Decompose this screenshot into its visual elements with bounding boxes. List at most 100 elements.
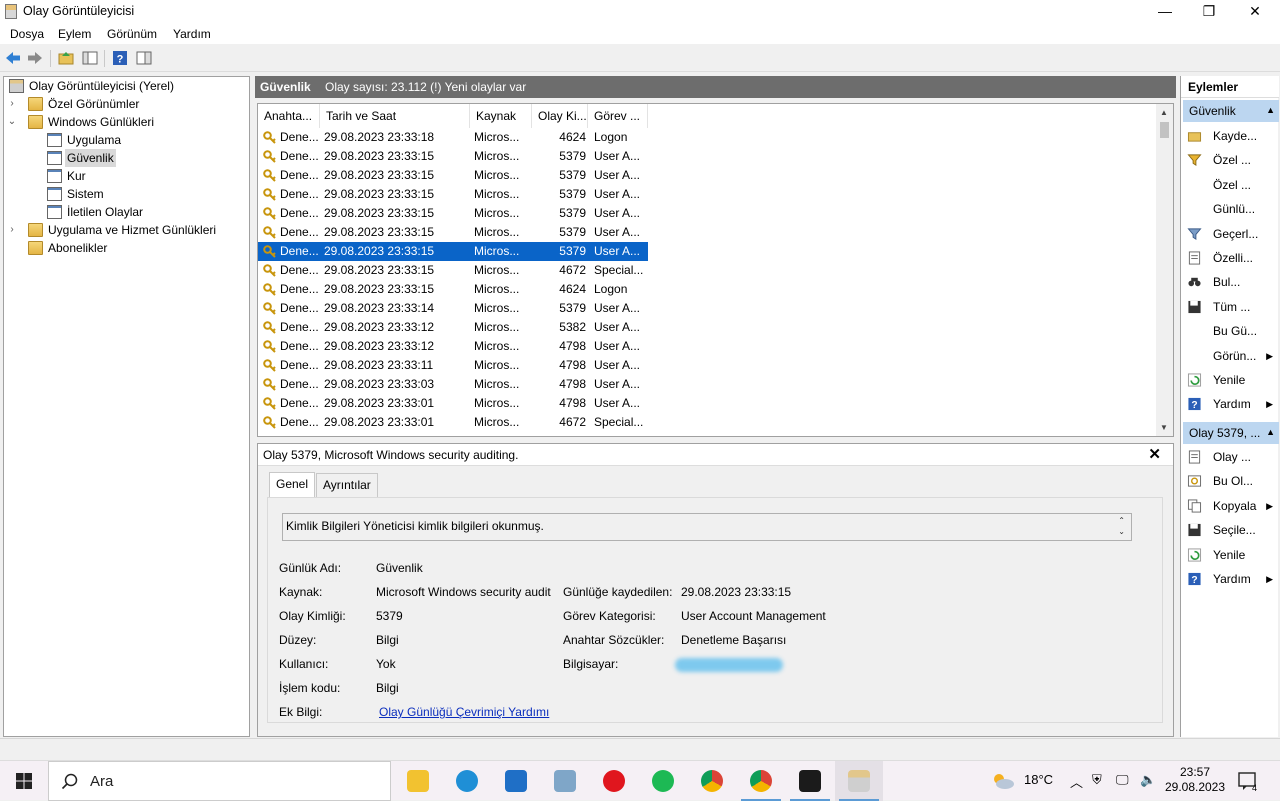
table-row[interactable]: Dene... 29.08.2023 23:33:15 Micros... 4672 S… <box>258 261 648 280</box>
mail-taskbar-icon[interactable] <box>492 761 540 801</box>
menu-view[interactable]: Görünüm <box>107 27 157 41</box>
table-row[interactable]: Dene... 29.08.2023 23:33:11 Micros... 4798 U… <box>258 356 648 375</box>
close-details-button[interactable]: ✕ <box>1148 445 1161 463</box>
action-item[interactable]: Bul... <box>1187 272 1277 292</box>
table-row[interactable]: Dene... 29.08.2023 23:33:18 Micros... 4624 L… <box>258 128 648 147</box>
action-item[interactable]: Yenile <box>1187 545 1277 565</box>
table-row[interactable]: Dene... 29.08.2023 23:33:12 Micros... 5382 U… <box>258 318 648 337</box>
cell-event-id: 4624 <box>559 130 586 144</box>
action-item[interactable]: Özel ... <box>1187 175 1277 195</box>
opera-taskbar-icon[interactable] <box>590 761 638 801</box>
action-item[interactable]: Yenile <box>1187 370 1277 390</box>
chevron-right-icon[interactable]: › <box>6 221 18 239</box>
column-event-id[interactable]: Olay Ki... <box>532 104 588 128</box>
event-viewer-window: Olay Görüntüleyicisi — ❐ ✕ Dosya Eylem G… <box>0 0 1280 760</box>
audit-success-key-icon <box>263 131 276 144</box>
edge-taskbar-icon[interactable] <box>443 761 491 801</box>
tab-general[interactable]: Genel <box>269 472 316 497</box>
show-hide-action-pane-icon[interactable] <box>136 50 152 66</box>
menu-action[interactable]: Eylem <box>58 27 91 41</box>
action-item[interactable]: Bu Ol... <box>1187 471 1277 491</box>
table-row[interactable]: Dene... 29.08.2023 23:33:14 Micros... 5379 U… <box>258 299 648 318</box>
back-arrow-icon[interactable] <box>5 50 21 66</box>
save-icon <box>1188 524 1201 537</box>
action-item[interactable]: Kayde... <box>1187 126 1277 146</box>
chrome-taskbar-icon[interactable] <box>688 761 736 801</box>
table-row[interactable]: Dene... 29.08.2023 23:33:12 Micros... 4798 U… <box>258 337 648 356</box>
up-folder-icon[interactable] <box>58 50 74 66</box>
scroll-down-icon[interactable]: ▼ <box>1160 423 1168 432</box>
minimize-button[interactable]: — <box>1142 0 1188 24</box>
action-item[interactable]: Olay ... <box>1187 447 1277 467</box>
actions-section-security[interactable]: Güvenlik ▲ <box>1183 100 1279 122</box>
weather-icon[interactable] <box>990 770 1016 792</box>
table-row[interactable]: Dene... 29.08.2023 23:33:03 Micros... 4798 U… <box>258 375 648 394</box>
clock[interactable]: 23:57 29.08.2023 <box>1160 765 1230 795</box>
forward-arrow-icon[interactable] <box>27 50 43 66</box>
events-table: Anahta... Tarih ve Saat Kaynak Olay Ki..… <box>257 103 1174 437</box>
cell-date-time: 29.08.2023 23:33:15 <box>324 206 435 220</box>
tab-details[interactable]: Ayrıntılar <box>316 473 378 497</box>
column-source[interactable]: Kaynak <box>470 104 532 128</box>
scroll-up-icon[interactable]: ⌃ <box>1118 516 1125 525</box>
table-row[interactable]: Dene... 29.08.2023 23:33:15 Micros... 4624 L… <box>258 280 648 299</box>
actions-section-event[interactable]: Olay 5379, ... ▲ <box>1183 422 1279 444</box>
collapse-icon[interactable]: ▲ <box>1266 105 1275 115</box>
scroll-thumb[interactable] <box>1160 122 1169 138</box>
cell-event-id: 4624 <box>559 282 586 296</box>
log-icon <box>47 169 62 183</box>
pc-taskbar-icon[interactable] <box>541 761 589 801</box>
terminal-taskbar-icon[interactable] <box>786 761 834 801</box>
action-item[interactable]: ? Yardım ▶ <box>1187 569 1277 589</box>
action-item[interactable]: Seçile... <box>1187 520 1277 540</box>
action-item[interactable]: Günlü... <box>1187 199 1277 219</box>
task-category-value: User Account Management <box>681 609 826 623</box>
show-hide-tree-icon[interactable] <box>82 50 98 66</box>
table-row[interactable]: Dene... 29.08.2023 23:33:15 Micros... 5379 U… <box>258 185 648 204</box>
security-tray-icon[interactable]: ⛨ <box>1092 772 1102 788</box>
action-item[interactable]: Bu Gü... <box>1187 321 1277 341</box>
table-row[interactable]: Dene... 29.08.2023 23:33:15 Micros... 5379 U… <box>258 242 648 261</box>
maximize-button[interactable]: ❐ <box>1186 0 1232 24</box>
online-help-link[interactable]: Olay Günlüğü Çevrimiçi Yardımı <box>379 705 549 719</box>
action-item[interactable]: Geçerl... <box>1187 224 1277 244</box>
action-item[interactable]: Kopyala ▶ <box>1187 496 1277 516</box>
help-icon[interactable]: ? <box>112 50 128 66</box>
volume-icon[interactable]: 🔈 <box>1140 772 1156 788</box>
chevron-down-icon[interactable]: ⌄ <box>6 113 18 131</box>
chevron-right-icon[interactable]: › <box>6 95 18 113</box>
table-row[interactable]: Dene... 29.08.2023 23:33:15 Micros... 5379 U… <box>258 223 648 242</box>
table-row[interactable]: Dene... 29.08.2023 23:33:01 Micros... 4672 S… <box>258 413 648 432</box>
chevron-up-icon[interactable]: ︿ <box>1070 772 1083 791</box>
table-scrollbar[interactable]: ▲ ▼ <box>1156 104 1173 436</box>
file-explorer-taskbar-icon[interactable] <box>394 761 442 801</box>
column-task[interactable]: Görev ... <box>588 104 648 128</box>
audit-success-key-icon <box>263 378 276 391</box>
chrome-profile-taskbar-icon[interactable] <box>737 761 785 801</box>
column-date-time[interactable]: Tarih ve Saat <box>320 104 470 128</box>
scroll-down-icon[interactable]: ⌄ <box>1118 527 1125 536</box>
close-button[interactable]: ✕ <box>1232 0 1278 24</box>
cell-keywords: Dene... <box>280 415 318 429</box>
spotify-taskbar-icon[interactable] <box>639 761 687 801</box>
action-item[interactable]: Özel ... <box>1187 150 1277 170</box>
menu-file[interactable]: Dosya <box>10 27 44 41</box>
collapse-icon[interactable]: ▲ <box>1266 427 1275 437</box>
windows-start-icon[interactable] <box>0 761 48 801</box>
table-row[interactable]: Dene... 29.08.2023 23:33:15 Micros... 5379 U… <box>258 147 648 166</box>
action-item[interactable]: Tüm ... <box>1187 297 1277 317</box>
column-keywords[interactable]: Anahta... <box>258 104 320 128</box>
network-icon[interactable]: 🖵 <box>1116 772 1129 788</box>
table-row[interactable]: Dene... 29.08.2023 23:33:15 Micros... 5379 U… <box>258 204 648 223</box>
table-row[interactable]: Dene... 29.08.2023 23:33:15 Micros... 5379 U… <box>258 166 648 185</box>
event-viewer-taskbar-icon[interactable] <box>835 761 883 801</box>
event-description[interactable]: Kimlik Bilgileri Yöneticisi kimlik bilgi… <box>282 513 1132 541</box>
weather-temperature[interactable]: 18°C <box>1024 772 1053 787</box>
menu-help[interactable]: Yardım <box>173 27 211 41</box>
action-item[interactable]: Görün... ▶ <box>1187 346 1277 366</box>
table-row[interactable]: Dene... 29.08.2023 23:33:01 Micros... 4798 U… <box>258 394 648 413</box>
scroll-up-icon[interactable]: ▲ <box>1160 108 1168 117</box>
action-item[interactable]: ? Yardım ▶ <box>1187 394 1277 414</box>
action-item[interactable]: Özelli... <box>1187 248 1277 268</box>
taskbar-search[interactable]: Ara <box>48 761 391 801</box>
